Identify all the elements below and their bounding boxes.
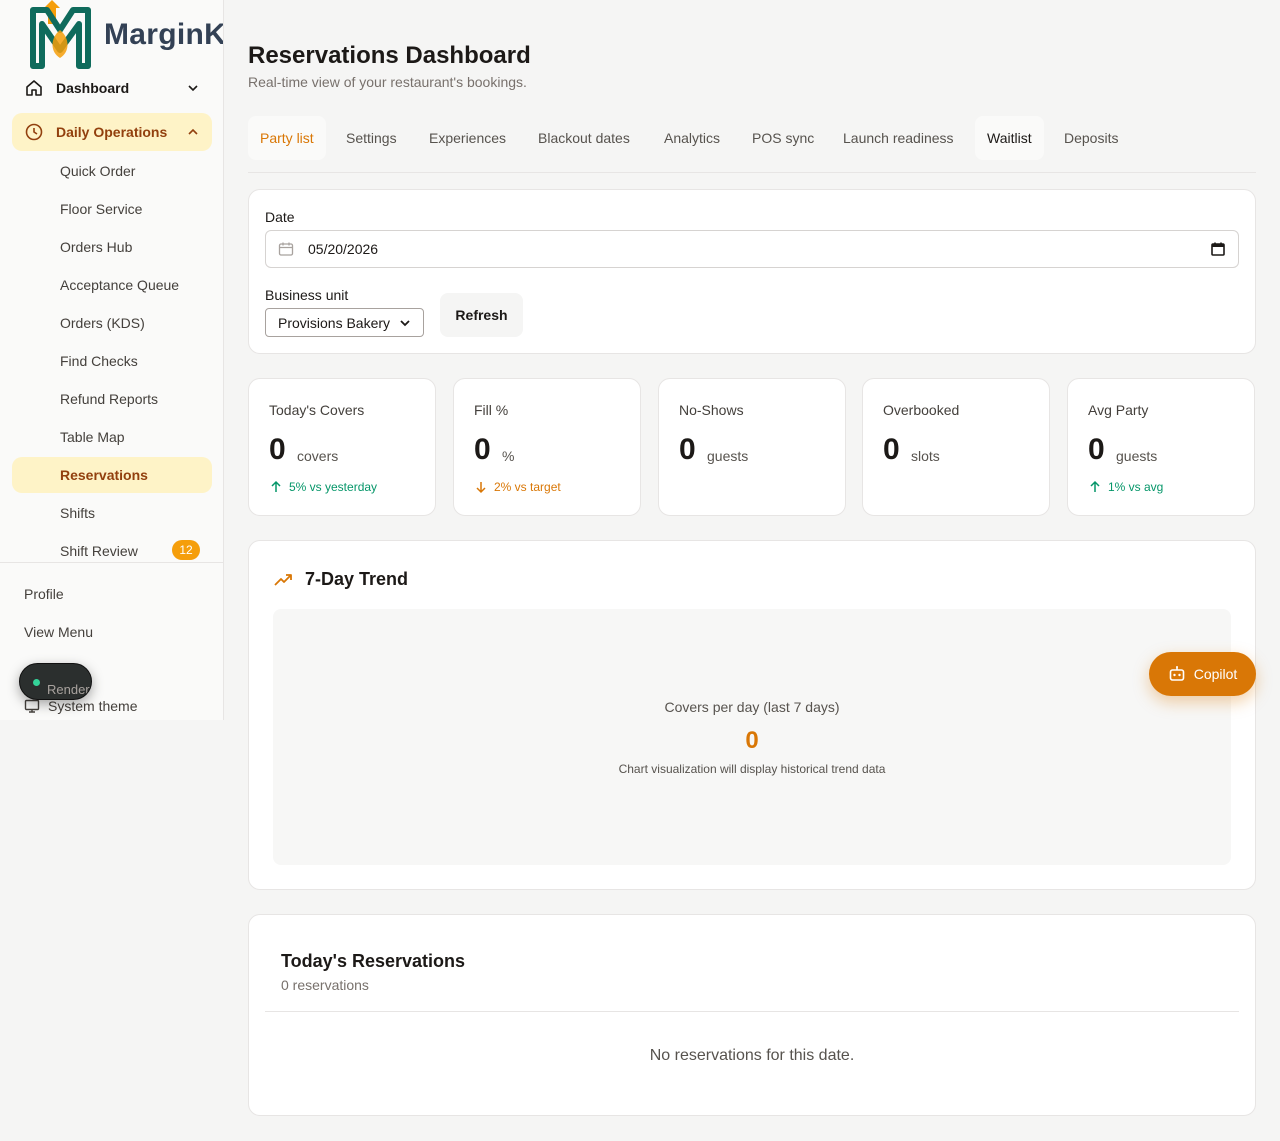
trend-value: 0: [745, 727, 759, 754]
home-icon: [24, 78, 44, 98]
arrow-down-icon: [474, 480, 488, 494]
tab-experiences[interactable]: Experiences: [417, 116, 518, 160]
stat-value: 0: [269, 433, 286, 466]
stat-unit: guests: [1116, 448, 1158, 464]
status-dot: [33, 679, 40, 686]
stat-delta: 1% vs avg: [1088, 480, 1163, 494]
arrow-up-icon: [269, 480, 283, 494]
stat-value: 0: [679, 433, 696, 466]
stat-card-overbooked: Overbooked 0 slots: [862, 378, 1050, 516]
calendar-icon: [278, 241, 294, 257]
stat-label: Fill %: [474, 402, 509, 418]
nav-dashboard-label: Dashboard: [56, 80, 130, 96]
tab-deposits[interactable]: Deposits: [1052, 116, 1130, 160]
sidebar-item-shift-review[interactable]: Shift Review 12: [12, 533, 212, 560]
stat-delta: 5% vs yesterday: [269, 480, 377, 494]
stat-unit: guests: [707, 448, 749, 464]
bot-icon: [1168, 665, 1186, 683]
stat-unit: slots: [911, 448, 940, 464]
chevron-down-icon: [399, 317, 411, 329]
sidebar-item-floor-service[interactable]: Floor Service: [12, 191, 212, 227]
filter-card: Date 05/20/2026 Business unit Provisions…: [248, 189, 1256, 354]
stat-value: 0: [883, 433, 900, 466]
sidebar-item-reservations[interactable]: Reservations: [12, 457, 212, 493]
refresh-button[interactable]: Refresh: [440, 293, 523, 337]
reservations-title: Today's Reservations: [281, 951, 466, 971]
stat-unit: %: [502, 448, 515, 464]
brand-mark-icon: [30, 0, 91, 69]
tab-party-list[interactable]: Party list: [248, 116, 326, 160]
sidebar: MarginK Dashboard Daily Operations Quick…: [0, 0, 224, 720]
date-value: 05/20/2026: [308, 241, 379, 257]
tab-waitlist[interactable]: Waitlist: [975, 116, 1044, 160]
monitor-icon: [24, 698, 40, 714]
trend-title: 7-Day Trend: [305, 569, 409, 589]
trend-caption: Covers per day (last 7 days): [664, 699, 840, 715]
page-subtitle: Real-time view of your restaurant's book…: [248, 74, 527, 90]
stat-card-no-shows: No-Shows 0 guests: [658, 378, 846, 516]
date-label: Date: [265, 209, 295, 225]
tab-bar: Party list Settings Experiences Blackout…: [248, 116, 1256, 173]
copilot-label: Copilot: [1193, 666, 1238, 682]
copilot-button[interactable]: Copilot: [1149, 652, 1256, 696]
reservations-count: 0 reservations: [281, 977, 369, 993]
trending-up-icon: [273, 570, 293, 590]
stat-value: 0: [474, 433, 491, 466]
view-menu-link[interactable]: View Menu: [24, 624, 93, 640]
trend-header: 7-Day Trend: [273, 569, 408, 590]
tab-pos-sync[interactable]: POS sync: [740, 116, 826, 160]
business-unit-select[interactable]: Provisions Bakery: [265, 308, 424, 337]
nav-dashboard[interactable]: Dashboard: [12, 70, 212, 106]
sidebar-item-table-map[interactable]: Table Map: [12, 419, 212, 455]
sidebar-item-refund-reports[interactable]: Refund Reports: [12, 381, 212, 417]
chevron-down-icon: [186, 81, 200, 95]
reservations-empty-state: No reservations for this date.: [649, 1047, 855, 1064]
sidebar-item-acceptance-queue[interactable]: Acceptance Queue: [12, 267, 212, 303]
stat-label: No-Shows: [679, 402, 744, 418]
count-badge: 12: [172, 540, 200, 560]
date-input[interactable]: 05/20/2026: [265, 230, 1239, 268]
reservations-card: Today's Reservations 0 reservations No r…: [248, 914, 1256, 1116]
nav-group-label: Daily Operations: [56, 124, 168, 140]
sidebar-item-shifts[interactable]: Shifts: [12, 495, 212, 531]
chevron-up-icon: [186, 125, 200, 139]
trend-chart-area: Covers per day (last 7 days) 0 Chart vis…: [273, 609, 1231, 865]
stat-delta: 2% vs target: [474, 480, 561, 494]
render-label: Render: [47, 682, 90, 697]
theme-toggle[interactable]: System theme: [24, 698, 137, 714]
tab-launch-readiness[interactable]: Launch readiness: [831, 116, 966, 160]
sidebar-sub-list: Quick Order Floor Service Orders Hub Acc…: [12, 153, 212, 560]
stat-card-fill: Fill % 0 % 2% vs target: [453, 378, 641, 516]
trend-note: Chart visualization will display histori…: [618, 762, 886, 776]
trend-card: 7-Day Trend Covers per day (last 7 days)…: [248, 540, 1256, 890]
tab-analytics[interactable]: Analytics: [652, 116, 732, 160]
business-unit-value: Provisions Bakery: [278, 314, 391, 331]
sidebar-item-orders-kds[interactable]: Orders (KDS): [12, 305, 212, 341]
stat-card-avg-party: Avg Party 0 guests 1% vs avg: [1067, 378, 1255, 516]
page-title: Reservations Dashboard: [248, 42, 531, 69]
tab-blackout-dates[interactable]: Blackout dates: [526, 116, 642, 160]
stat-card-todays-covers: Today's Covers 0 covers 5% vs yesterday: [248, 378, 436, 516]
profile-link[interactable]: Profile: [24, 586, 64, 602]
stat-label: Today's Covers: [269, 402, 365, 418]
stat-unit: covers: [297, 448, 339, 464]
sidebar-item-find-checks[interactable]: Find Checks: [12, 343, 212, 379]
nav-group-daily-operations[interactable]: Daily Operations: [12, 113, 212, 151]
stat-value: 0: [1088, 433, 1105, 466]
sidebar-divider: [0, 562, 223, 563]
sidebar-item-orders-hub[interactable]: Orders Hub: [12, 229, 212, 265]
stat-label: Overbooked: [883, 402, 960, 418]
arrow-up-icon: [1088, 480, 1102, 494]
reservations-divider: [265, 1011, 1239, 1012]
sidebar-item-quick-order[interactable]: Quick Order: [12, 153, 212, 189]
brand-logo[interactable]: MarginK: [0, 0, 224, 70]
business-unit-label: Business unit: [265, 287, 349, 303]
theme-label: System theme: [48, 698, 138, 714]
tab-settings[interactable]: Settings: [334, 116, 409, 160]
render-status-pill[interactable]: Render: [19, 663, 92, 700]
calendar-picker-icon[interactable]: [1210, 241, 1226, 257]
clock-icon: [24, 122, 44, 142]
brand-name: MarginK: [104, 18, 224, 51]
stat-label: Avg Party: [1088, 402, 1149, 418]
